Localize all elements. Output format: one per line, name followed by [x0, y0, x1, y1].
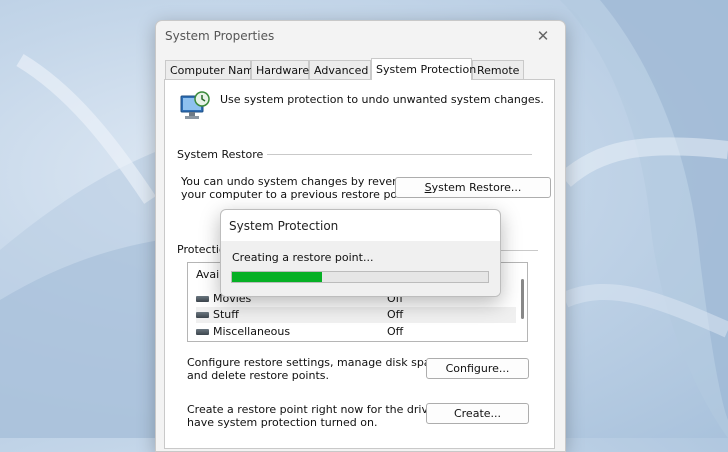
dialog-body: Creating a restore point...: [221, 241, 500, 296]
drive-icon: [196, 296, 209, 302]
system-restore-group-label: System Restore: [177, 148, 268, 161]
system-restore-desc-line2: your computer to a previous restore poin…: [181, 188, 415, 201]
configure-button[interactable]: Configure...: [426, 358, 529, 379]
progress-bar: [231, 271, 489, 283]
configure-desc-line2: and delete restore points.: [187, 369, 329, 382]
create-button[interactable]: Create...: [426, 403, 529, 424]
list-header-available-drives: Avail: [196, 268, 223, 281]
list-item[interactable]: Miscellaneous Off: [196, 324, 516, 340]
list-item[interactable]: Stuff Off: [196, 307, 516, 323]
progress-bar-fill: [232, 272, 322, 282]
create-description: Create a restore point right now for the…: [187, 403, 466, 429]
intro-text: Use system protection to undo unwanted s…: [220, 93, 544, 106]
system-restore-desc-line1: You can undo system changes by reverting: [181, 175, 418, 188]
window-title: System Properties: [165, 29, 275, 43]
drive-icon: [196, 329, 209, 335]
tab-remote[interactable]: Remote: [472, 60, 524, 79]
close-icon[interactable]: ✕: [529, 24, 557, 48]
configure-desc-line1: Configure restore settings, manage disk …: [187, 356, 447, 369]
system-restore-description: You can undo system changes by reverting…: [181, 175, 418, 201]
system-protection-icon: [180, 91, 210, 119]
tab-advanced[interactable]: Advanced: [309, 60, 371, 79]
progress-dialog: System Protection Creating a restore poi…: [220, 209, 501, 297]
create-desc-line1: Create a restore point right now for the…: [187, 403, 467, 416]
drive-name: Miscellaneous: [213, 325, 291, 338]
drive-icon: [196, 312, 209, 318]
list-scrollbar[interactable]: [521, 279, 524, 319]
dialog-title: System Protection: [229, 219, 339, 233]
tab-hardware[interactable]: Hardware: [251, 60, 309, 79]
progress-message: Creating a restore point...: [232, 251, 374, 264]
drive-protection-status: Off: [387, 325, 404, 338]
tab-computer-name[interactable]: Computer Name: [165, 60, 261, 79]
system-restore-button[interactable]: System Restore...: [395, 177, 551, 198]
configure-description: Configure restore settings, manage disk …: [187, 356, 447, 382]
drive-protection-status: Off: [387, 308, 404, 321]
create-desc-line2: have system protection turned on.: [187, 416, 378, 429]
tab-system-protection[interactable]: System Protection: [371, 58, 476, 80]
drive-name: Stuff: [213, 308, 239, 321]
